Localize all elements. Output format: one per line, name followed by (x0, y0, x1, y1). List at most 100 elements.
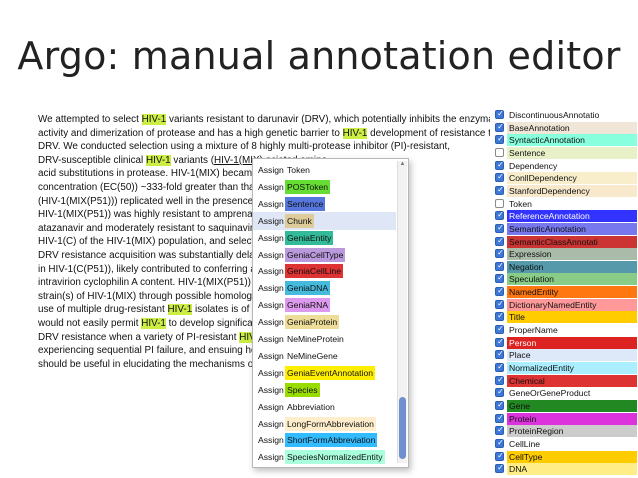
type-item-geneorgeneproduct[interactable]: ✓ GeneOrGeneProduct (493, 387, 638, 400)
menu-item-type-label: GeniaProtein (285, 315, 340, 330)
type-checkbox[interactable]: ✓ (495, 109, 504, 119)
menu-scroll-thumb[interactable] (399, 397, 406, 459)
annotated-span[interactable]: HIV-1 (141, 114, 167, 125)
type-item-protein[interactable]: ✓ Protein (493, 412, 638, 425)
menu-item-assign-nemineprotein[interactable]: Assign NeMineProtein (253, 330, 396, 348)
type-item-stanforddependency[interactable]: ✓ StanfordDependency (493, 184, 638, 197)
type-item-discontinuousannotatio[interactable]: ✓ DiscontinuousAnnotatio (493, 109, 638, 121)
type-item-dictionarynamedentity[interactable]: ✓ DictionaryNamedEntity (493, 298, 638, 311)
type-checkbox[interactable]: ✓ (495, 451, 504, 461)
menu-item-assign-shortformabbreviation[interactable]: Assign ShortFormAbbreviation (253, 431, 396, 449)
type-label: Speculation (507, 273, 637, 286)
type-checkbox[interactable]: ✓ (495, 172, 504, 183)
scroll-up-arrow-icon[interactable]: ▲ (399, 161, 406, 168)
type-checkbox[interactable]: ✓ (495, 438, 504, 448)
type-checkbox[interactable]: ✓ (495, 324, 504, 335)
type-item-dependency[interactable]: ✓ Dependency (493, 159, 638, 172)
type-checkbox[interactable]: ✓ (495, 337, 504, 347)
type-item-baseannotation[interactable]: ✓ BaseAnnotation (493, 121, 638, 134)
type-checkbox[interactable]: ✓ (495, 273, 504, 284)
type-checkbox[interactable]: ✓ (495, 222, 504, 233)
menu-item-assign-geniadna[interactable]: Assign GeniaDNA (253, 279, 396, 297)
type-item-negation[interactable]: ✓ Negation (493, 260, 638, 273)
checkmark-icon: ✓ (497, 273, 504, 283)
type-item-sentence[interactable]: Sentence (493, 146, 638, 159)
menu-item-assign-geniaentity[interactable]: Assign GeniaEntity (253, 229, 396, 247)
type-item-propername[interactable]: ✓ ProperName (493, 324, 638, 337)
type-checkbox[interactable]: ✓ (495, 362, 504, 372)
menu-item-assign-geniaprotein[interactable]: Assign GeniaProtein (253, 313, 396, 331)
type-checkbox[interactable]: ✓ (495, 463, 504, 474)
type-checkbox[interactable]: ✓ (495, 185, 504, 195)
menu-item-type-label: Species (285, 382, 320, 397)
assign-type-context-menu[interactable]: Assign Token Assign POSToken Assign Sentence A… (252, 158, 409, 468)
menu-item-assign-geniaeventannotation[interactable]: Assign GeniaEventAnnotation (253, 364, 396, 382)
menu-item-assign-postoken[interactable]: Assign POSToken (253, 178, 396, 196)
annotated-span[interactable]: HIV-1 (141, 318, 166, 329)
type-item-person[interactable]: ✓ Person (493, 336, 638, 349)
menu-item-assign-geniarna[interactable]: Assign GeniaRNA (253, 296, 396, 314)
type-checkbox[interactable]: ✓ (495, 236, 504, 246)
type-checkbox[interactable]: ✓ (495, 134, 504, 145)
menu-item-assign-speciesnormalizedentity[interactable]: Assign SpeciesNormalizedEntity (253, 448, 396, 466)
type-checkbox[interactable]: ✓ (495, 286, 504, 297)
type-checkbox[interactable]: ✓ (495, 425, 504, 436)
type-item-semanticclassannotati[interactable]: ✓ SemanticClassAnnotati (493, 235, 638, 248)
menu-item-assign-neminegene[interactable]: Assign NeMineGene (253, 347, 396, 365)
type-checkbox[interactable]: ✓ (495, 299, 504, 309)
type-checkbox[interactable]: ✓ (495, 387, 504, 398)
menu-scrollbar[interactable]: ▲ (397, 161, 407, 463)
type-checkbox[interactable]: ✓ (495, 261, 504, 271)
menu-item-assign-chunk[interactable]: Assign Chunk (253, 211, 396, 230)
type-checkbox[interactable]: ✓ (495, 248, 504, 259)
menu-item-type-label: GeniaDNA (285, 281, 331, 296)
type-item-semanticannotation[interactable]: ✓ SemanticAnnotation (493, 222, 638, 235)
type-checkbox[interactable]: ✓ (495, 160, 504, 170)
menu-item-assign-token[interactable]: Assign Token (253, 161, 396, 179)
text-segment: activity and dimerization of protease an… (38, 127, 343, 139)
type-checkbox[interactable]: ✓ (495, 311, 504, 322)
type-item-namedentity[interactable]: ✓ NamedEntity (493, 286, 638, 299)
menu-item-verb: Assign (258, 198, 284, 209)
menu-item-type-label: GeniaCellType (285, 247, 346, 262)
menu-item-assign-abbreviation[interactable]: Assign Abbreviation (253, 398, 396, 416)
type-checkbox[interactable] (495, 198, 504, 208)
type-item-syntacticannotation[interactable]: ✓ SyntacticAnnotation (493, 134, 638, 147)
type-item-gene[interactable]: ✓ Gene (493, 399, 638, 412)
menu-item-assign-geniacelltype[interactable]: Assign GeniaCellType (253, 246, 396, 264)
type-label: Dependency (507, 159, 637, 172)
type-item-place[interactable]: ✓ Place (493, 349, 638, 362)
text-segment: acid substitutions in protease. HIV-1(MI… (38, 168, 287, 180)
menu-item-assign-species[interactable]: Assign Species (253, 381, 396, 399)
menu-item-assign-geniacellline[interactable]: Assign GeniaCellLine (253, 262, 396, 280)
type-item-celltype[interactable]: ✓ CellType (493, 450, 638, 463)
menu-item-assign-longformabbreviation[interactable]: Assign LongFormAbbreviation (253, 415, 396, 433)
type-checkbox[interactable]: ✓ (495, 210, 504, 221)
type-checkbox[interactable]: ✓ (495, 413, 504, 423)
type-item-speculation[interactable]: ✓ Speculation (493, 273, 638, 286)
type-item-conlldependency[interactable]: ✓ ConllDependency (493, 172, 638, 185)
type-item-expression[interactable]: ✓ Expression (493, 248, 638, 261)
menu-item-assign-sentence[interactable]: Assign Sentence (253, 195, 396, 213)
annotated-span[interactable]: HIV-1 (167, 304, 193, 316)
type-item-cellline[interactable]: ✓ CellLine (493, 437, 638, 450)
checkmark-icon: ✓ (497, 399, 504, 409)
type-checkbox[interactable]: ✓ (495, 375, 504, 385)
type-checkbox[interactable]: ✓ (495, 349, 504, 360)
checkmark-icon: ✓ (497, 222, 504, 232)
type-label: StanfordDependency (507, 184, 637, 197)
menu-item-type-label: Token (285, 163, 312, 177)
type-checkbox[interactable] (495, 147, 504, 157)
annotated-span[interactable]: HIV-1 (342, 127, 368, 139)
type-item-referenceannotation[interactable]: ✓ ReferenceAnnotation (493, 210, 638, 223)
type-item-normalizedentity[interactable]: ✓ NormalizedEntity (493, 362, 638, 374)
type-item-title[interactable]: ✓ Title (493, 311, 638, 324)
type-item-chemical[interactable]: ✓ Chemical (493, 374, 638, 387)
type-item-dna[interactable]: ✓ DNA (493, 463, 638, 476)
type-checkbox[interactable]: ✓ (495, 399, 504, 410)
type-checkbox[interactable]: ✓ (495, 122, 504, 132)
menu-item-type-label: GeniaEventAnnotation (285, 365, 376, 380)
type-item-proteinregion[interactable]: ✓ ProteinRegion (493, 425, 638, 438)
type-item-token[interactable]: Token (493, 197, 638, 210)
annotated-span[interactable]: HIV-1 (145, 154, 171, 166)
